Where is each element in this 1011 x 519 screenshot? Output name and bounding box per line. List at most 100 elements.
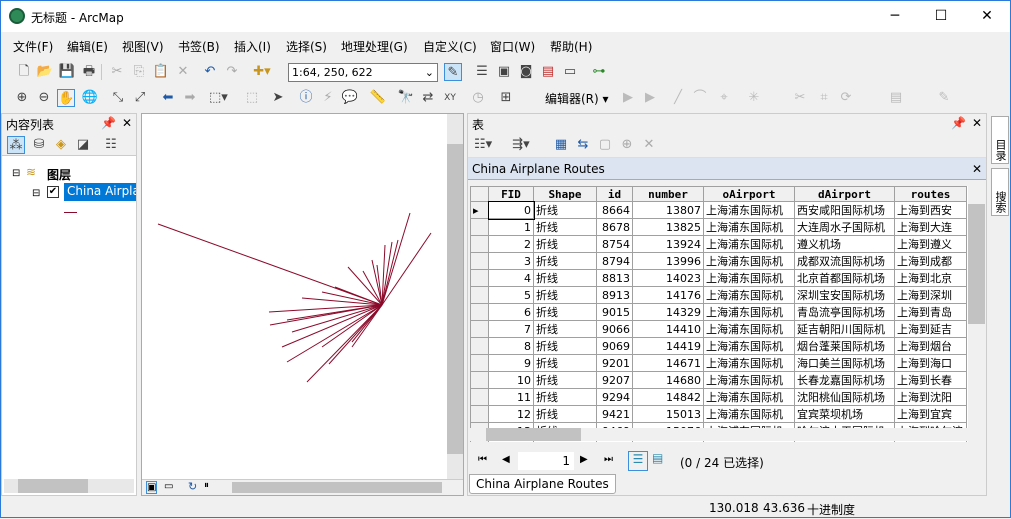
cell-oairport[interactable]: 上海浦东国际机	[703, 235, 795, 253]
cell-oairport[interactable]: 上海浦东国际机	[703, 405, 795, 423]
cell-number[interactable]: 14410	[632, 320, 704, 338]
cell-fid[interactable]: 9	[488, 354, 534, 372]
cell-routes[interactable]: 上海到成都	[894, 252, 967, 270]
current-record-input[interactable]: 1	[518, 452, 574, 470]
row-selector[interactable]: ▸	[470, 201, 489, 219]
delete-selected-icon[interactable]: ✕	[640, 136, 658, 154]
python-icon[interactable]: ▭	[561, 63, 579, 81]
redo-icon[interactable]: ↷	[223, 63, 241, 81]
table-close-icon[interactable]: ✕	[972, 116, 982, 130]
full-extent-icon[interactable]: 🌐	[81, 89, 99, 107]
cell-dairport[interactable]: 深圳宝安国际机场	[794, 286, 895, 304]
cell-routes[interactable]: 上海到西安	[894, 201, 967, 219]
cell-number[interactable]: 14176	[632, 286, 704, 304]
cell-number[interactable]: 14680	[632, 371, 704, 389]
cell-shape[interactable]: 折线	[533, 337, 597, 355]
identify-icon[interactable]: ⓘ	[297, 89, 315, 107]
undo-icon[interactable]: ↶	[201, 63, 219, 81]
end-point-arc-icon[interactable]: ⌒	[691, 89, 709, 107]
measure-icon[interactable]: 📏	[369, 89, 387, 107]
new-icon[interactable]: 🗋	[15, 63, 33, 81]
table-row[interactable]: 11 折线 9294 14842 上海浦东国际机 沈阳桃仙国际机场 上海到沈阳	[470, 388, 967, 406]
cell-number[interactable]: 13807	[632, 201, 704, 219]
cell-dairport[interactable]: 延吉朝阳川国际机	[794, 320, 895, 338]
column-header-dairport[interactable]: dAirport	[794, 186, 895, 202]
menu-customize[interactable]: 自定义(C)	[423, 38, 477, 55]
cell-dairport[interactable]: 遵义机场	[794, 235, 895, 253]
cell-id[interactable]: 9015	[596, 303, 633, 321]
cell-fid[interactable]: 5	[488, 286, 534, 304]
map-view[interactable]: ▣ ▭ ↻ ⏸	[141, 113, 464, 496]
menu-help[interactable]: 帮助(H)	[550, 38, 592, 55]
cell-shape[interactable]: 折线	[533, 320, 597, 338]
table-row[interactable]: 2 折线 8754 13924 上海浦东国际机 遵义机场 上海到遵义	[470, 235, 967, 253]
paste-icon[interactable]: 📋	[152, 63, 170, 81]
table-row[interactable]: 1 折线 8678 13825 上海浦东国际机 大连周水子国际机 上海到大连	[470, 218, 967, 236]
trace-icon[interactable]: ⌖	[715, 89, 733, 107]
cell-number[interactable]: 13996	[632, 252, 704, 270]
zoom-to-selected-icon[interactable]: ⊕	[618, 136, 636, 154]
cell-oairport[interactable]: 上海浦东国际机	[703, 354, 795, 372]
toc-horizontal-scrollbar[interactable]	[4, 479, 134, 493]
edit-annotation-icon[interactable]: ▶	[641, 89, 659, 107]
pause-drawing-icon[interactable]: ⏸	[204, 480, 209, 491]
menu-windows[interactable]: 窗口(W)	[490, 38, 535, 55]
cell-shape[interactable]: 折线	[533, 371, 597, 389]
minimize-button[interactable]: ─	[872, 1, 918, 32]
cell-oairport[interactable]: 上海浦东国际机	[703, 269, 795, 287]
cell-routes[interactable]: 上海到宜宾	[894, 405, 967, 423]
cell-oairport[interactable]: 上海浦东国际机	[703, 388, 795, 406]
cell-id[interactable]: 8664	[596, 201, 633, 219]
table-row[interactable]: 12 折线 9421 15013 上海浦东国际机 宜宾菜坝机场 上海到宜宾	[470, 405, 967, 423]
open-icon[interactable]: 📂	[36, 63, 54, 81]
cell-oairport[interactable]: 上海浦东国际机	[703, 303, 795, 321]
cell-fid[interactable]: 2	[488, 235, 534, 253]
cell-number[interactable]: 14023	[632, 269, 704, 287]
clear-selection-table-icon[interactable]: ▢	[596, 136, 614, 154]
cell-shape[interactable]: 折线	[533, 252, 597, 270]
previous-record-icon[interactable]: ◀	[502, 454, 510, 465]
layer-name[interactable]: China Airplane Routes	[64, 183, 136, 201]
time-slider-icon[interactable]: ◷	[469, 89, 487, 107]
cell-shape[interactable]: 折线	[533, 388, 597, 406]
switch-selection-icon[interactable]: ⇆	[574, 136, 592, 154]
row-selector[interactable]	[470, 337, 489, 355]
toc-close-icon[interactable]: ✕	[122, 116, 132, 130]
cut-polygon-icon[interactable]: ⌗	[815, 89, 833, 107]
pan-icon[interactable]: ✋	[57, 89, 75, 107]
show-all-records-icon[interactable]: ☰	[628, 451, 648, 471]
forward-extent-icon[interactable]: ➡	[181, 89, 199, 107]
map-vertical-scrollbar[interactable]	[447, 114, 463, 479]
table-pin-icon[interactable]: 📌	[951, 116, 966, 130]
related-tables-icon[interactable]: ⇶▾	[512, 136, 530, 154]
zoom-in-icon[interactable]: ⊕	[13, 89, 31, 107]
table-row[interactable]: 7 折线 9066 14410 上海浦东国际机 延吉朝阳川国际机 上海到延吉	[470, 320, 967, 338]
cell-id[interactable]: 9069	[596, 337, 633, 355]
cell-number[interactable]: 14329	[632, 303, 704, 321]
cell-id[interactable]: 9421	[596, 405, 633, 423]
cell-routes[interactable]: 上海到长春	[894, 371, 967, 389]
last-record-icon[interactable]: ⏭	[604, 454, 613, 465]
cell-routes[interactable]: 上海到海口	[894, 354, 967, 372]
model-builder-icon[interactable]: ⊶	[590, 63, 608, 81]
html-popup-icon[interactable]: 💬	[341, 89, 359, 107]
catalog-icon[interactable]: ▣	[495, 63, 513, 81]
column-header-shape[interactable]: Shape	[533, 186, 597, 202]
zoom-out-icon[interactable]: ⊖	[35, 89, 53, 107]
cell-number[interactable]: 13924	[632, 235, 704, 253]
hyperlink-icon[interactable]: ⚡	[319, 89, 337, 107]
save-icon[interactable]: 💾	[58, 63, 76, 81]
menu-insert[interactable]: 插入(I)	[234, 38, 271, 55]
cell-id[interactable]: 8754	[596, 235, 633, 253]
table-row[interactable]: 10 折线 9207 14680 上海浦东国际机 长春龙嘉国际机场 上海到长春	[470, 371, 967, 389]
cell-id[interactable]: 9201	[596, 354, 633, 372]
cell-number[interactable]: 15013	[632, 405, 704, 423]
table-row[interactable]: ▸ 0 折线 8664 13807 上海浦东国际机 西安咸阳国际机场 上海到西安	[470, 200, 967, 220]
select-features-icon[interactable]: ⬚▾	[209, 89, 228, 107]
table-row[interactable]: 4 折线 8813 14023 上海浦东国际机 北京首都国际机场 上海到北京	[470, 269, 967, 287]
row-selector[interactable]	[470, 354, 489, 372]
cell-dairport[interactable]: 北京首都国际机场	[794, 269, 895, 287]
cell-id[interactable]: 8678	[596, 218, 633, 236]
cell-dairport[interactable]: 西安咸阳国际机场	[794, 201, 895, 219]
select-by-attributes-icon[interactable]: ▦	[552, 136, 570, 154]
